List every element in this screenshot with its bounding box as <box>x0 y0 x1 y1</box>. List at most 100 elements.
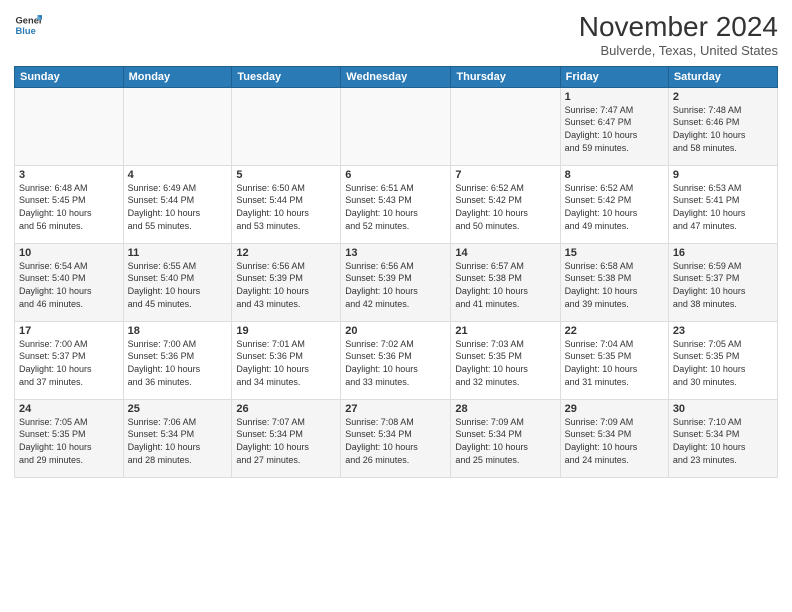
day-info: Sunrise: 6:51 AM Sunset: 5:43 PM Dayligh… <box>345 182 446 232</box>
day-number: 11 <box>128 247 228 259</box>
day-number: 9 <box>673 169 773 181</box>
day-number: 19 <box>236 325 336 337</box>
table-row: 7Sunrise: 6:52 AM Sunset: 5:42 PM Daylig… <box>451 165 560 243</box>
table-row: 16Sunrise: 6:59 AM Sunset: 5:37 PM Dayli… <box>668 243 777 321</box>
day-info: Sunrise: 7:09 AM Sunset: 5:34 PM Dayligh… <box>565 416 664 466</box>
calendar-week-row: 3Sunrise: 6:48 AM Sunset: 5:45 PM Daylig… <box>15 165 778 243</box>
table-row: 3Sunrise: 6:48 AM Sunset: 5:45 PM Daylig… <box>15 165 124 243</box>
title-block: November 2024 Bulverde, Texas, United St… <box>579 12 778 58</box>
day-info: Sunrise: 6:52 AM Sunset: 5:42 PM Dayligh… <box>455 182 555 232</box>
day-number: 28 <box>455 403 555 415</box>
day-info: Sunrise: 6:50 AM Sunset: 5:44 PM Dayligh… <box>236 182 336 232</box>
table-row: 22Sunrise: 7:04 AM Sunset: 5:35 PM Dayli… <box>560 321 668 399</box>
table-row: 29Sunrise: 7:09 AM Sunset: 5:34 PM Dayli… <box>560 399 668 477</box>
table-row: 24Sunrise: 7:05 AM Sunset: 5:35 PM Dayli… <box>15 399 124 477</box>
day-number: 24 <box>19 403 119 415</box>
day-number: 12 <box>236 247 336 259</box>
day-info: Sunrise: 6:56 AM Sunset: 5:39 PM Dayligh… <box>345 260 446 310</box>
day-info: Sunrise: 6:55 AM Sunset: 5:40 PM Dayligh… <box>128 260 228 310</box>
table-row: 10Sunrise: 6:54 AM Sunset: 5:40 PM Dayli… <box>15 243 124 321</box>
table-row: 23Sunrise: 7:05 AM Sunset: 5:35 PM Dayli… <box>668 321 777 399</box>
day-number: 17 <box>19 325 119 337</box>
day-info: Sunrise: 6:53 AM Sunset: 5:41 PM Dayligh… <box>673 182 773 232</box>
day-info: Sunrise: 7:01 AM Sunset: 5:36 PM Dayligh… <box>236 338 336 388</box>
table-row: 20Sunrise: 7:02 AM Sunset: 5:36 PM Dayli… <box>341 321 451 399</box>
table-row: 18Sunrise: 7:00 AM Sunset: 5:36 PM Dayli… <box>123 321 232 399</box>
day-number: 4 <box>128 169 228 181</box>
table-row: 12Sunrise: 6:56 AM Sunset: 5:39 PM Dayli… <box>232 243 341 321</box>
table-row: 9Sunrise: 6:53 AM Sunset: 5:41 PM Daylig… <box>668 165 777 243</box>
col-monday: Monday <box>123 66 232 87</box>
day-info: Sunrise: 6:59 AM Sunset: 5:37 PM Dayligh… <box>673 260 773 310</box>
day-number: 20 <box>345 325 446 337</box>
table-row <box>451 87 560 165</box>
day-number: 1 <box>565 91 664 103</box>
table-row: 11Sunrise: 6:55 AM Sunset: 5:40 PM Dayli… <box>123 243 232 321</box>
day-info: Sunrise: 7:06 AM Sunset: 5:34 PM Dayligh… <box>128 416 228 466</box>
day-info: Sunrise: 7:00 AM Sunset: 5:36 PM Dayligh… <box>128 338 228 388</box>
calendar-week-row: 10Sunrise: 6:54 AM Sunset: 5:40 PM Dayli… <box>15 243 778 321</box>
day-info: Sunrise: 6:56 AM Sunset: 5:39 PM Dayligh… <box>236 260 336 310</box>
day-number: 16 <box>673 247 773 259</box>
day-info: Sunrise: 7:02 AM Sunset: 5:36 PM Dayligh… <box>345 338 446 388</box>
table-row: 15Sunrise: 6:58 AM Sunset: 5:38 PM Dayli… <box>560 243 668 321</box>
day-number: 18 <box>128 325 228 337</box>
logo-icon: General Blue <box>14 12 42 40</box>
col-wednesday: Wednesday <box>341 66 451 87</box>
day-info: Sunrise: 7:00 AM Sunset: 5:37 PM Dayligh… <box>19 338 119 388</box>
calendar-header-row: Sunday Monday Tuesday Wednesday Thursday… <box>15 66 778 87</box>
table-row: 13Sunrise: 6:56 AM Sunset: 5:39 PM Dayli… <box>341 243 451 321</box>
day-info: Sunrise: 7:48 AM Sunset: 6:46 PM Dayligh… <box>673 104 773 154</box>
day-number: 25 <box>128 403 228 415</box>
table-row <box>123 87 232 165</box>
day-number: 5 <box>236 169 336 181</box>
day-number: 2 <box>673 91 773 103</box>
calendar-week-row: 24Sunrise: 7:05 AM Sunset: 5:35 PM Dayli… <box>15 399 778 477</box>
day-info: Sunrise: 6:57 AM Sunset: 5:38 PM Dayligh… <box>455 260 555 310</box>
table-row: 30Sunrise: 7:10 AM Sunset: 5:34 PM Dayli… <box>668 399 777 477</box>
day-number: 29 <box>565 403 664 415</box>
table-row: 1Sunrise: 7:47 AM Sunset: 6:47 PM Daylig… <box>560 87 668 165</box>
calendar-table: Sunday Monday Tuesday Wednesday Thursday… <box>14 66 778 478</box>
day-info: Sunrise: 7:47 AM Sunset: 6:47 PM Dayligh… <box>565 104 664 154</box>
logo: General Blue <box>14 12 44 40</box>
day-info: Sunrise: 7:09 AM Sunset: 5:34 PM Dayligh… <box>455 416 555 466</box>
table-row: 26Sunrise: 7:07 AM Sunset: 5:34 PM Dayli… <box>232 399 341 477</box>
day-info: Sunrise: 7:04 AM Sunset: 5:35 PM Dayligh… <box>565 338 664 388</box>
day-info: Sunrise: 7:05 AM Sunset: 5:35 PM Dayligh… <box>19 416 119 466</box>
calendar-week-row: 1Sunrise: 7:47 AM Sunset: 6:47 PM Daylig… <box>15 87 778 165</box>
location-label: Bulverde, Texas, United States <box>579 43 778 58</box>
day-number: 13 <box>345 247 446 259</box>
table-row: 14Sunrise: 6:57 AM Sunset: 5:38 PM Dayli… <box>451 243 560 321</box>
table-row: 2Sunrise: 7:48 AM Sunset: 6:46 PM Daylig… <box>668 87 777 165</box>
day-info: Sunrise: 6:48 AM Sunset: 5:45 PM Dayligh… <box>19 182 119 232</box>
col-thursday: Thursday <box>451 66 560 87</box>
day-number: 3 <box>19 169 119 181</box>
day-info: Sunrise: 7:07 AM Sunset: 5:34 PM Dayligh… <box>236 416 336 466</box>
table-row: 28Sunrise: 7:09 AM Sunset: 5:34 PM Dayli… <box>451 399 560 477</box>
table-row: 21Sunrise: 7:03 AM Sunset: 5:35 PM Dayli… <box>451 321 560 399</box>
day-info: Sunrise: 7:10 AM Sunset: 5:34 PM Dayligh… <box>673 416 773 466</box>
table-row: 6Sunrise: 6:51 AM Sunset: 5:43 PM Daylig… <box>341 165 451 243</box>
day-info: Sunrise: 7:03 AM Sunset: 5:35 PM Dayligh… <box>455 338 555 388</box>
table-row: 17Sunrise: 7:00 AM Sunset: 5:37 PM Dayli… <box>15 321 124 399</box>
svg-text:Blue: Blue <box>16 26 36 36</box>
day-number: 21 <box>455 325 555 337</box>
day-number: 6 <box>345 169 446 181</box>
col-saturday: Saturday <box>668 66 777 87</box>
day-info: Sunrise: 6:52 AM Sunset: 5:42 PM Dayligh… <box>565 182 664 232</box>
day-info: Sunrise: 7:05 AM Sunset: 5:35 PM Dayligh… <box>673 338 773 388</box>
day-number: 14 <box>455 247 555 259</box>
day-number: 27 <box>345 403 446 415</box>
day-number: 8 <box>565 169 664 181</box>
day-number: 23 <box>673 325 773 337</box>
day-number: 10 <box>19 247 119 259</box>
table-row <box>15 87 124 165</box>
day-number: 22 <box>565 325 664 337</box>
day-info: Sunrise: 6:49 AM Sunset: 5:44 PM Dayligh… <box>128 182 228 232</box>
day-number: 26 <box>236 403 336 415</box>
table-row <box>341 87 451 165</box>
day-number: 7 <box>455 169 555 181</box>
day-info: Sunrise: 6:58 AM Sunset: 5:38 PM Dayligh… <box>565 260 664 310</box>
col-sunday: Sunday <box>15 66 124 87</box>
